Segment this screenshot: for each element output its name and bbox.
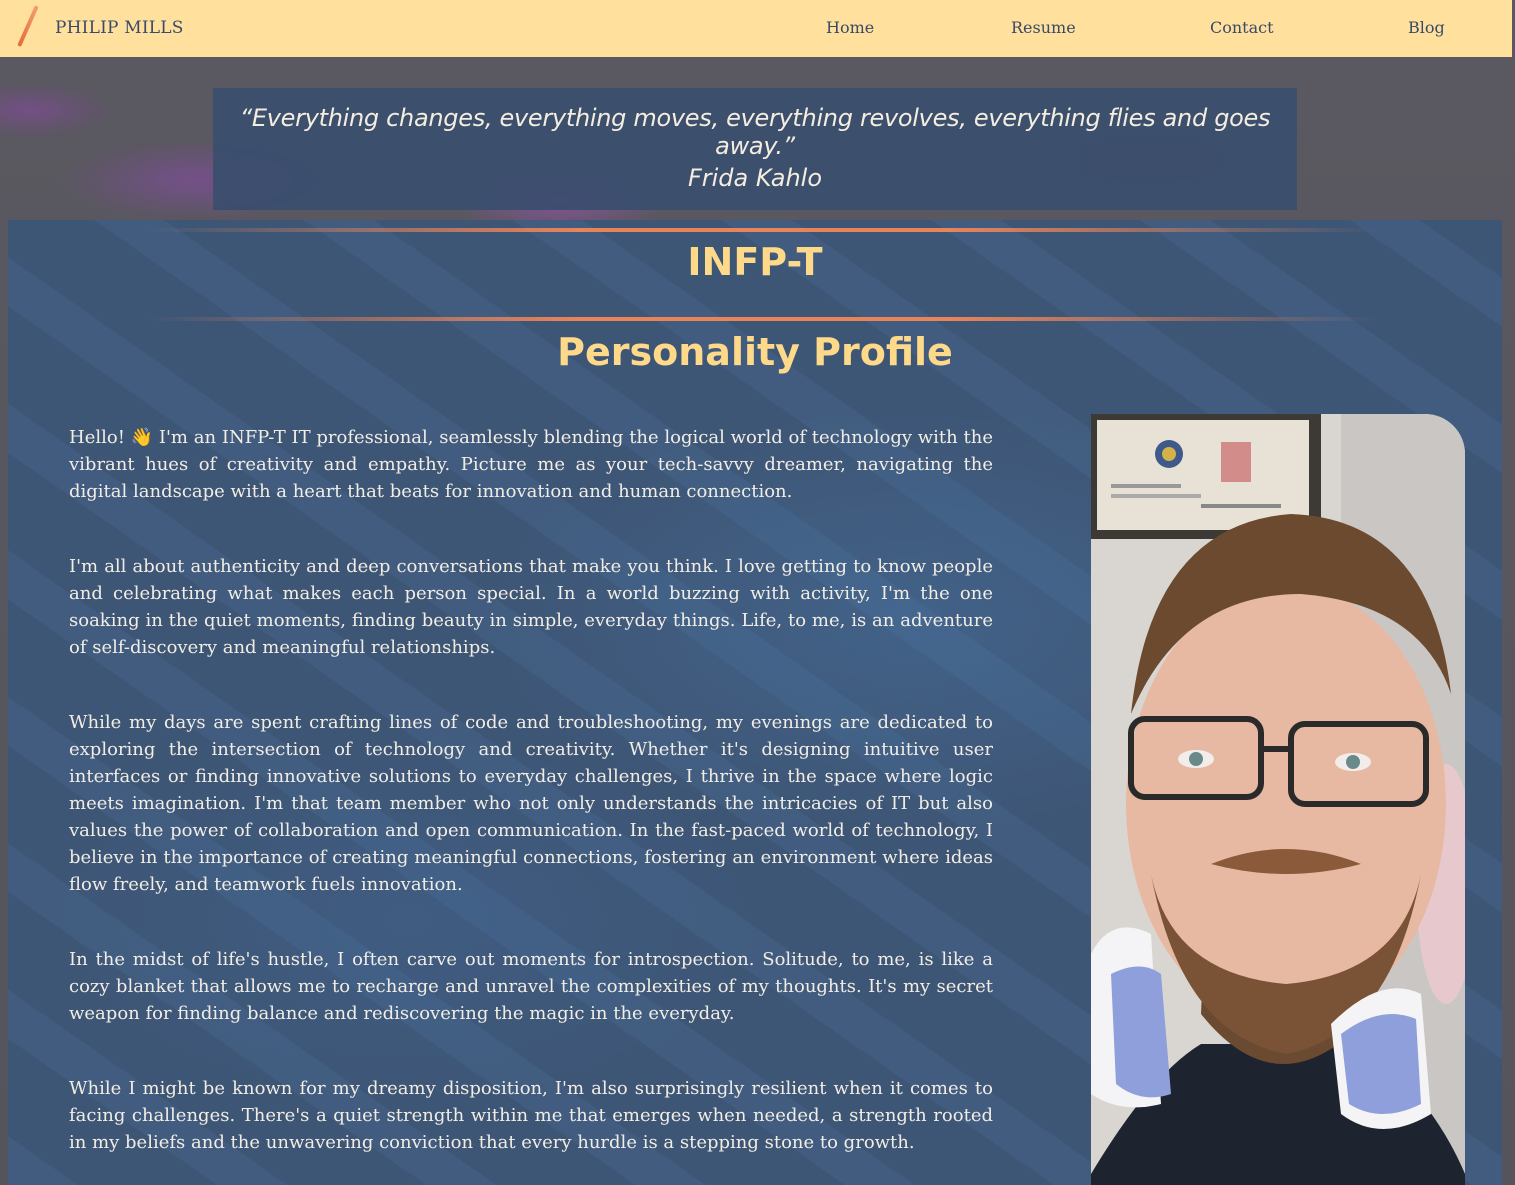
- quote-banner: “Everything changes, everything moves, e…: [213, 88, 1297, 210]
- nav-link-resume[interactable]: Resume: [1011, 18, 1076, 37]
- nav-link-home[interactable]: Home: [826, 18, 874, 37]
- bio-paragraph-2: I'm all about authenticity and deep conv…: [69, 556, 993, 658]
- section-heading: Personality Profile: [557, 330, 953, 374]
- nav-link-blog[interactable]: Blog: [1408, 18, 1445, 37]
- bio-paragraph-1: Hello! 👋 I'm an INFP-T IT professional, …: [69, 427, 993, 502]
- brand-logo-icon[interactable]: [17, 5, 39, 47]
- personality-type-title: INFP-T: [687, 240, 823, 284]
- quote-text: “Everything changes, everything moves, e…: [239, 104, 1271, 160]
- brand-name[interactable]: PHILIP MILLS: [55, 18, 184, 38]
- nav-link-contact[interactable]: Contact: [1210, 18, 1274, 37]
- bio-paragraph-5: While I might be known for my dreamy dis…: [69, 1078, 993, 1153]
- bio-paragraph-3: While my days are spent crafting lines o…: [69, 712, 993, 895]
- divider-top: [148, 228, 1378, 232]
- quote-author: Frida Kahlo: [687, 164, 823, 192]
- bio-paragraph-4: In the midst of life's hustle, I often c…: [69, 949, 993, 1024]
- profile-photo: [1091, 414, 1465, 1185]
- profile-panel: INFP-T Personality Profile Hello! 👋 I'm …: [8, 220, 1502, 1185]
- bio-text: Hello! 👋 I'm an INFP-T IT professional, …: [69, 424, 993, 1185]
- top-navbar: PHILIP MILLS Home Resume Contact Blog: [0, 0, 1512, 57]
- divider-middle: [148, 317, 1378, 321]
